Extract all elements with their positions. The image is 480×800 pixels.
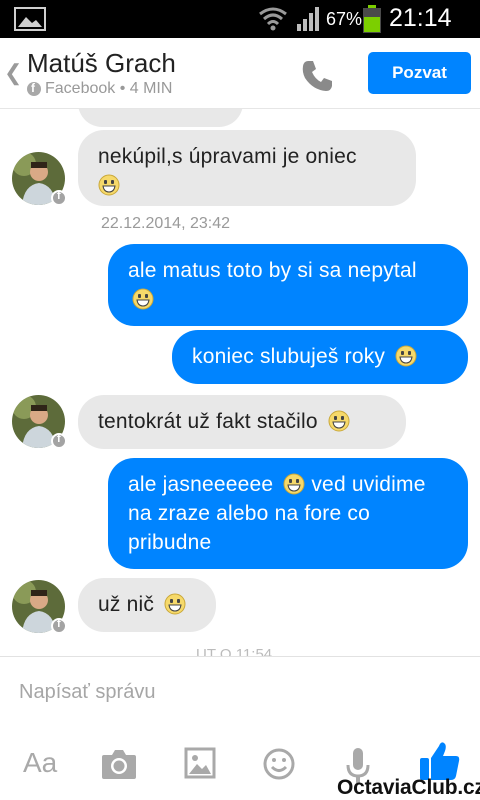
grin-emoji-icon [132,288,154,310]
grin-emoji-icon [98,174,120,196]
contact-status-text: Facebook • 4 MIN [45,80,173,97]
message-bubble-incoming[interactable]: tentokrát už fakt stačilo [78,395,406,449]
gallery-notification-icon [14,7,46,31]
avatar[interactable] [12,580,67,634]
avatar[interactable] [12,395,67,449]
clock: 21:14 [389,4,452,32]
composer-divider [0,656,480,657]
text-format-button[interactable]: Aa [23,747,57,779]
grin-emoji-icon [328,410,350,432]
battery-percent: 67% [326,9,363,29]
message-bubble-outgoing[interactable]: koniec slubuješ roky [172,330,468,384]
watermark: OctaviaClub.cz [337,776,480,799]
facebook-badge-icon [51,190,67,206]
message-bubble-incoming[interactable]: nekúpil,s úpravami je oniec [78,130,416,206]
status-bar: 67% 21:14 [0,0,480,38]
message-list[interactable]: nekúpil,s úpravami je oniec 22.12.2014, … [0,109,480,656]
battery-icon [363,5,381,33]
smile-icon[interactable] [262,747,296,781]
camera-icon[interactable] [100,747,138,781]
avatar[interactable] [12,152,67,206]
signal-icon [297,7,319,31]
grin-emoji-icon [164,593,186,615]
facebook-icon [27,81,41,96]
message-bubble-outgoing[interactable]: ale matus toto by si sa nepytal [108,244,468,326]
message-bubble-partial [78,109,243,127]
phone-call-icon[interactable] [299,58,335,94]
message-bubble-incoming[interactable]: už nič [78,578,216,632]
photo-icon[interactable] [184,747,216,779]
contact-subtitle: Facebook • 4 MIN [27,80,172,98]
message-bubble-outgoing[interactable]: ale jasneeeeee ved uvidime na zraze aleb… [108,458,468,569]
contact-name[interactable]: Matúš Grach [27,48,176,79]
grin-emoji-icon [395,345,417,367]
message-input[interactable]: Napísať správu [19,681,155,704]
conversation-header: ❮ Matúš Grach Facebook • 4 MIN Pozvat [0,38,480,109]
back-chevron-icon[interactable]: ❮ [4,60,22,86]
message-timestamp: 22.12.2014, 23:42 [101,215,231,232]
wifi-icon [259,7,287,31]
facebook-badge-icon [51,618,67,634]
message-timestamp: UT O 11:54 [196,646,273,656]
invite-button[interactable]: Pozvat [368,52,471,94]
grin-emoji-icon [283,473,305,495]
facebook-badge-icon [51,433,67,449]
